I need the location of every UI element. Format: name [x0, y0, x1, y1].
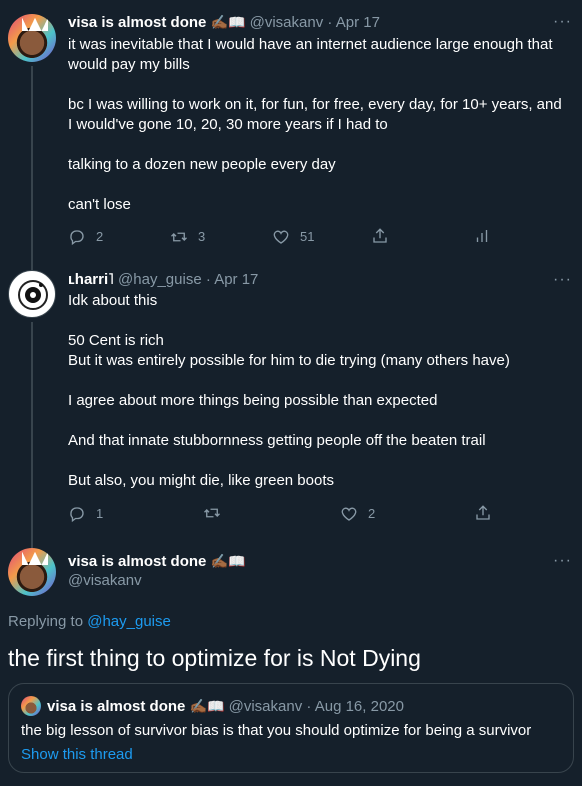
like-count: 51: [300, 229, 315, 244]
author-badge: ✍🏾📖: [210, 14, 246, 30]
tweet-paragraph: But also, you might die, like green boot…: [68, 472, 334, 489]
share-icon: [373, 228, 387, 243]
quoted-tweet-header: visa is almost done ✍🏾📖 @visakanv · Aug …: [47, 696, 404, 717]
tweet[interactable]: visa is almost done ✍🏾📖 @visakanv · Apr …: [0, 0, 582, 266]
retweet-icon: [171, 232, 187, 242]
author-handle[interactable]: @visakanv: [68, 571, 142, 591]
reply-icon: [70, 230, 84, 246]
tweet-body: Idk about this 50 Cent is rich But it wa…: [68, 291, 568, 491]
more-options-icon[interactable]: ···: [553, 270, 572, 290]
author-badge: ✍🏾📖: [210, 553, 246, 569]
share-icon: [476, 505, 490, 520]
avatar[interactable]: [8, 270, 56, 318]
retweet-icon: [204, 508, 220, 518]
replying-prefix: Replying to: [8, 613, 88, 630]
target-logo-icon: [18, 280, 48, 310]
heart-icon: [341, 507, 357, 521]
reply-count: 1: [96, 506, 104, 521]
author-name[interactable]: visa is almost done: [68, 553, 206, 570]
author-name[interactable]: ʟharri˥: [68, 271, 114, 288]
heart-icon: [273, 230, 289, 244]
tweet-paragraph: Idk about this: [68, 292, 158, 309]
analytics-button[interactable]: [473, 227, 491, 245]
replying-to-link[interactable]: @hay_guise: [87, 613, 171, 630]
show-thread-link[interactable]: Show this thread: [21, 745, 133, 765]
tweet-paragraph: And that innate stubbornness getting peo…: [68, 432, 486, 449]
author-name: visa is almost done: [47, 698, 186, 715]
separator: ·: [327, 14, 333, 31]
tweet-paragraph: 50 Cent is rich But it was entirely poss…: [68, 332, 510, 369]
retweet-count: 3: [198, 229, 206, 244]
quoted-tweet[interactable]: visa is almost done ✍🏾📖 @visakanv · Aug …: [8, 683, 574, 773]
avatar[interactable]: [8, 548, 56, 596]
separator: ·: [205, 271, 211, 288]
tweet[interactable]: ʟharri˥ @hay_guise · Apr 17 ··· Idk abou…: [0, 266, 582, 538]
tweet-header: visa is almost done ✍🏾📖 @visakanv · Apr …: [68, 12, 380, 33]
tweet-header: ʟharri˥ @hay_guise · Apr 17: [68, 270, 258, 290]
like-button[interactable]: 2: [340, 504, 375, 524]
tweet-paragraph: I agree about more things being possible…: [68, 392, 438, 409]
replying-to: Replying to @hay_guise: [8, 612, 171, 632]
author-name[interactable]: visa is almost done: [68, 14, 206, 31]
tweet-paragraph: it was inevitable that I would have an i…: [68, 36, 553, 73]
author-badge: ✍🏾📖: [189, 698, 225, 714]
author-handle[interactable]: @visakanv: [250, 14, 324, 31]
tweet-paragraph: can't lose: [68, 196, 131, 213]
retweet-button[interactable]: [203, 504, 231, 522]
like-button[interactable]: 51: [272, 227, 314, 247]
more-options-icon[interactable]: ···: [553, 551, 572, 571]
like-count: 2: [368, 506, 376, 521]
tweet-date[interactable]: Apr 17: [214, 271, 258, 288]
author-handle: @visakanv: [228, 698, 303, 715]
analytics-icon: [476, 230, 488, 242]
focused-tweet-text: the first thing to optimize for is Not D…: [8, 645, 421, 671]
thread-connector: [31, 538, 33, 548]
share-button[interactable]: [371, 227, 389, 245]
tweet-date: Aug 16, 2020: [314, 698, 404, 715]
share-button[interactable]: [474, 504, 492, 522]
author-handle[interactable]: @hay_guise: [118, 271, 202, 288]
quoted-tweet-text: the big lesson of survivor bias is that …: [21, 722, 532, 739]
reply-button[interactable]: 1: [68, 504, 103, 524]
thread-connector: [31, 322, 33, 538]
thread-connector: [31, 66, 33, 266]
tweet-paragraph: talking to a dozen new people every day: [68, 156, 336, 173]
tweet-paragraph: bc I was willing to work on it, for fun,…: [68, 96, 562, 133]
reply-count: 2: [96, 229, 104, 244]
reply-icon: [70, 507, 84, 523]
reply-button[interactable]: 2: [68, 227, 103, 247]
avatar[interactable]: [8, 14, 56, 62]
tweet-header: visa is almost done ✍🏾📖: [68, 551, 245, 572]
more-options-icon[interactable]: ···: [553, 12, 572, 32]
retweet-button[interactable]: 3: [170, 227, 205, 247]
separator: ·: [306, 698, 312, 715]
tweet-body: it was inevitable that I would have an i…: [68, 35, 568, 215]
avatar: [21, 696, 41, 716]
tweet-date[interactable]: Apr 17: [336, 14, 380, 31]
